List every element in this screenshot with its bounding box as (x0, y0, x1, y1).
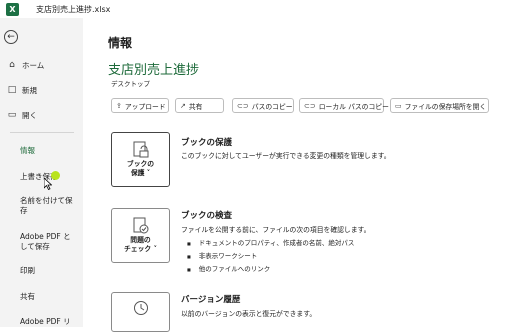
section-description: 以前のバージョンの表示と復元ができます。 (181, 310, 317, 318)
excel-logo-icon: X (6, 2, 19, 16)
check-for-issues-button[interactable]: 問題の チェック ˅ (111, 208, 170, 263)
list-item: ドキュメントのプロパティ、作成者の名前、絶対パス (187, 237, 355, 247)
button-label: 共有 (188, 102, 203, 111)
card-label-line: 問題の (130, 236, 151, 244)
sidebar-item-save-as[interactable]: 名前を付けて保存 (20, 196, 78, 216)
button-label: パスのコピー (251, 102, 293, 111)
upload-button[interactable]: ⇪ アップロード (111, 98, 169, 113)
back-arrow-icon[interactable]: ← (4, 30, 18, 44)
sidebar-item-label: 新規 (22, 85, 37, 95)
sidebar-item-save-as-pdf[interactable]: Adobe PDF として保存 (20, 232, 78, 252)
link-icon: ⊂⊃ (237, 101, 249, 110)
button-label: ローカル パスのコピー (318, 102, 389, 111)
list-item: 他のファイルへのリンク (187, 263, 271, 273)
section-title: バージョン履歴 (181, 295, 241, 305)
open-file-location-button[interactable]: ▭ ファイルの保存場所を開く (390, 98, 489, 113)
version-history-button[interactable] (111, 292, 170, 332)
sidebar-item-open[interactable]: ▭ 開く (0, 108, 83, 122)
sidebar-item-new[interactable]: □ 新規 (0, 83, 83, 97)
home-icon: ⌂ (9, 60, 15, 70)
card-label-line: チェック ˅ (124, 245, 157, 253)
section-title: ブックの検査 (181, 211, 233, 221)
cursor-highlight (51, 171, 60, 180)
title-bar: X 支店別売上進捗.xlsx (0, 0, 510, 18)
share-button[interactable]: ↗ 共有 (175, 98, 224, 113)
sidebar-item-info[interactable]: 情報 (20, 146, 78, 156)
sidebar-divider (10, 132, 74, 133)
backstage-sidebar: ← ⌂ ホーム □ 新規 ▭ 開く 情報 上書き保存 名前を付けて保存 Adob… (0, 18, 83, 327)
window-title: 支店別売上進捗.xlsx (36, 4, 111, 14)
section-description: ファイルを公開する前に、ファイルの次の項目を確認します。 (181, 226, 371, 234)
lock-icon (133, 141, 149, 158)
copy-path-button[interactable]: ⊂⊃ パスのコピー (232, 98, 294, 113)
sidebar-item-label: 開く (22, 110, 37, 120)
new-document-icon: □ (7, 85, 17, 95)
section-description: このブックに対してユーザーが実行できる変更の種類を管理します。 (181, 152, 391, 160)
sidebar-item-home[interactable]: ⌂ ホーム (0, 58, 83, 72)
folder-icon: ▭ (7, 110, 17, 120)
folder-icon: ▭ (395, 101, 402, 110)
file-name: 支店別売上進捗 (108, 63, 200, 78)
card-label-line: 保護 ˅ (130, 169, 151, 177)
page-title: 情報 (108, 36, 133, 50)
upload-icon: ⇪ (116, 101, 122, 110)
button-label: ファイルの保存場所を開く (404, 102, 487, 111)
protect-workbook-button[interactable]: ブックの 保護 ˅ (111, 132, 170, 187)
info-pane: 情報 支店別売上進捗 デスクトップ ⇪ アップロード ↗ 共有 ⊂⊃ パスのコピ… (83, 18, 510, 332)
sidebar-item-adobe-pdf[interactable]: Adobe PDF リ (20, 317, 78, 327)
sidebar-item-label: ホーム (22, 60, 45, 70)
file-location: デスクトップ (111, 80, 150, 88)
button-label: アップロード (124, 102, 166, 111)
copy-local-path-button[interactable]: ⊂⊃ ローカル パスのコピー (299, 98, 389, 113)
mouse-pointer-icon (44, 178, 52, 190)
card-label: ブックの 保護 ˅ (112, 160, 169, 178)
share-icon: ↗ (180, 101, 186, 110)
list-item: 非表示ワークシート (187, 250, 258, 260)
sidebar-item-share[interactable]: 共有 (20, 292, 78, 302)
sidebar-item-print[interactable]: 印刷 (20, 266, 78, 276)
clock-history-icon (134, 301, 148, 315)
link-icon: ⊂⊃ (304, 101, 316, 110)
card-label: 問題の チェック ˅ (112, 236, 169, 254)
card-label-line: ブックの (126, 160, 155, 168)
inspect-document-icon (133, 217, 149, 234)
section-title: ブックの保護 (181, 138, 233, 148)
